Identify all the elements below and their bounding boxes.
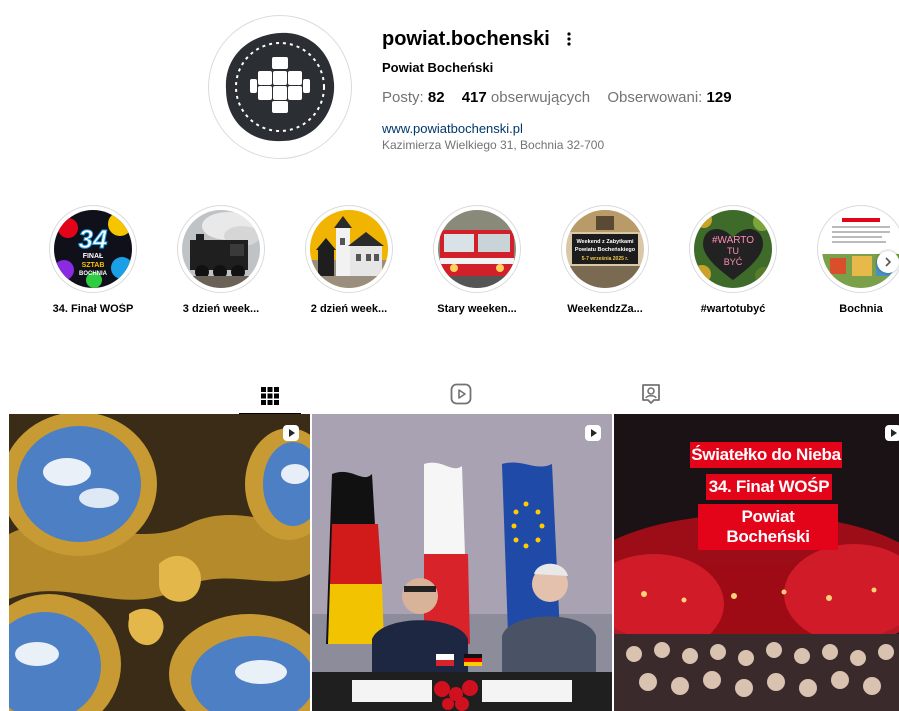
profile-username: powiat.bochenski	[382, 28, 550, 50]
profile-stats: Posty: 82 417 obserwujących Obserwowani:…	[382, 89, 745, 106]
highlight-cover	[305, 205, 393, 293]
highlight-cover: #WARTO TU BYĆ	[689, 205, 777, 293]
county-logo-icon	[225, 32, 335, 142]
svg-text:#WARTO: #WARTO	[712, 235, 754, 246]
highlight-item[interactable]: 34 FINAŁ SZTAB BOCHNIA 34. Finał WOŚP	[37, 205, 149, 315]
highlight-item[interactable]: 3 dzień week...	[165, 205, 277, 315]
svg-text:FINAŁ: FINAŁ	[83, 253, 104, 260]
post-image-signing-ceremony	[312, 414, 612, 711]
posts-count: Posty: 82	[382, 89, 445, 106]
profile-avatar[interactable]	[208, 15, 352, 159]
highlight-label: 34. Finał WOŚP	[52, 303, 134, 315]
svg-text:BOCHNIA: BOCHNIA	[79, 271, 108, 277]
post-banner-line2: 34. Finał WOŚP	[706, 474, 832, 500]
svg-text:34: 34	[79, 224, 108, 254]
post-thumbnail[interactable]	[9, 414, 310, 711]
reels-icon	[450, 383, 472, 405]
followers-count[interactable]: 417 obserwujących	[462, 89, 590, 106]
highlight-label: Bochnia	[839, 303, 883, 315]
profile-address: Kazimierza Wielkiego 31, Bochnia 32-700	[382, 138, 605, 152]
profile-full-name: Powiat Bocheński	[382, 60, 494, 75]
highlight-label: #wartotubyć	[700, 303, 766, 315]
highlight-label: Stary weeken...	[437, 303, 517, 315]
svg-text:Weekend z Zabytkami: Weekend z Zabytkami	[576, 239, 634, 245]
highlights-next-button[interactable]	[877, 251, 899, 273]
post-thumbnail[interactable]: Światełko do Nieba 34. Finał WOŚP Powiat…	[614, 414, 899, 711]
profile-website-link[interactable]: www.powiatbochenski.pl	[382, 121, 523, 136]
svg-text:Powiatu Bocheńskiego: Powiatu Bocheńskiego	[575, 247, 636, 253]
tagged-icon	[642, 384, 660, 404]
post-banner-line1: Światełko do Nieba	[690, 442, 842, 468]
highlight-cover	[177, 205, 265, 293]
chevron-right-icon	[885, 257, 892, 267]
highlight-cover	[817, 205, 899, 293]
highlight-label: 3 dzień week...	[182, 303, 260, 315]
svg-text:BYĆ: BYĆ	[724, 257, 743, 267]
highlight-cover	[433, 205, 521, 293]
more-vertical-icon	[567, 32, 571, 46]
post-image-gilded-ceiling	[9, 414, 310, 711]
svg-text:SZTAB: SZTAB	[82, 262, 105, 269]
tab-tagged[interactable]	[620, 375, 682, 413]
more-options-button[interactable]	[560, 28, 578, 50]
post-banner-line3: Powiat Bocheński	[698, 504, 838, 550]
highlight-item[interactable]: Weekend z Zabytkami Powiatu Bocheńskiego…	[549, 205, 661, 315]
highlight-cover: Weekend z Zabytkami Powiatu Bocheńskiego…	[561, 205, 649, 293]
highlight-item[interactable]: Stary weeken...	[421, 205, 533, 315]
highlight-item[interactable]: 2 dzień week...	[293, 205, 405, 315]
post-thumbnail[interactable]	[312, 414, 612, 711]
svg-text:5-7 września 2025 r.: 5-7 września 2025 r.	[582, 256, 629, 262]
highlight-cover: 34 FINAŁ SZTAB BOCHNIA	[49, 205, 137, 293]
highlight-item[interactable]: #WARTO TU BYĆ #wartotubyć	[677, 205, 789, 315]
reel-icon	[885, 425, 899, 441]
tab-reels[interactable]	[430, 375, 492, 413]
svg-text:TU: TU	[727, 246, 739, 256]
grid-icon	[261, 387, 279, 405]
reel-icon	[585, 425, 601, 441]
tab-posts-grid[interactable]	[239, 375, 301, 415]
highlight-label: 2 dzień week...	[310, 303, 388, 315]
following-count[interactable]: Obserwowani: 129	[607, 89, 731, 106]
highlight-label: WeekendzZa...	[567, 303, 643, 315]
reel-icon	[283, 425, 299, 441]
